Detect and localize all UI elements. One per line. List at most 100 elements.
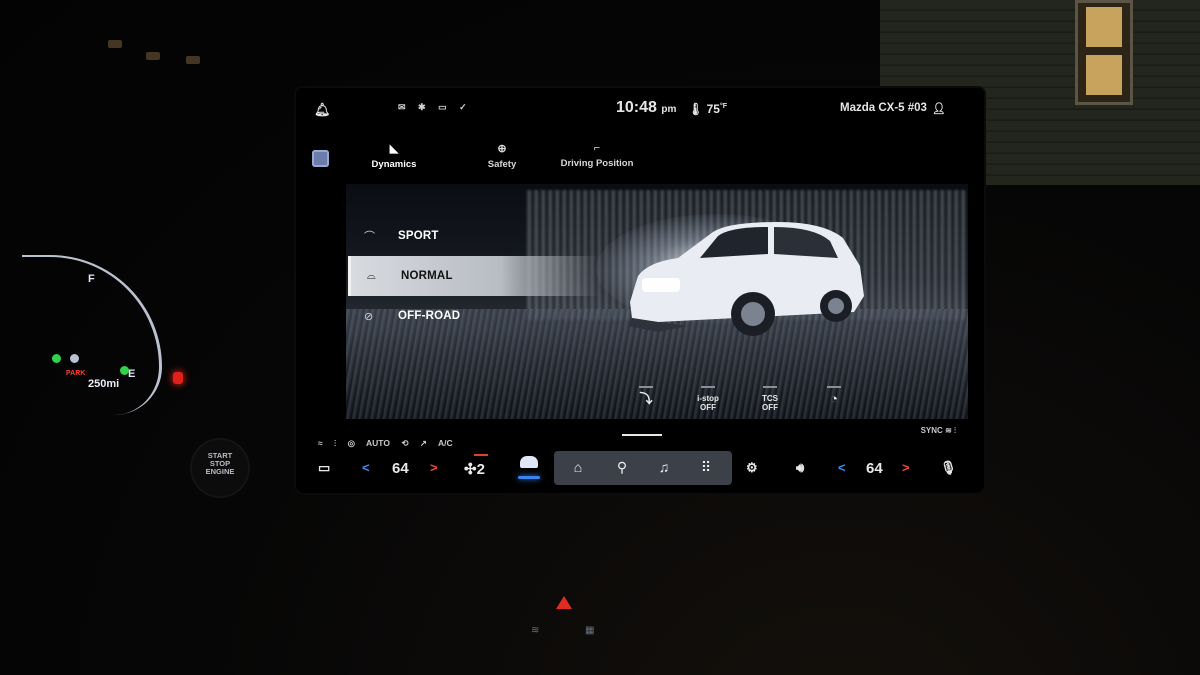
recirc-icon[interactable]: ⟲	[401, 438, 408, 448]
distant-light	[186, 56, 200, 64]
clock-meridiem: pm	[661, 104, 677, 115]
normal-car-icon: ⌓	[367, 269, 376, 282]
temperature-unit: °F	[719, 103, 728, 110]
safety-icon: ⊕	[497, 143, 507, 155]
window-pane	[1086, 7, 1122, 47]
seat-heat-right-icon[interactable]: ≋ ⫶	[945, 426, 956, 435]
tab-driving-position[interactable]: ⌐ Driving Position	[560, 142, 634, 169]
driver-temp-down-button[interactable]: <	[362, 460, 370, 475]
fuel-full-label: F	[88, 273, 95, 285]
drive-mode-sport[interactable]: ⌒ SPORT	[348, 216, 628, 256]
rear-defrost-icon[interactable]: ▦	[585, 625, 594, 636]
passenger-temp-down-button[interactable]: <	[838, 460, 846, 475]
eco-indicator-icon	[52, 354, 61, 363]
app-dock: ⌂ ⚲ ♫ ⠿	[554, 451, 732, 485]
hazard-button[interactable]	[556, 596, 572, 609]
tab-safety[interactable]: ⊕ Safety	[478, 142, 526, 170]
fan-level: 2	[476, 461, 485, 478]
passenger-temp-up-button[interactable]: >	[902, 460, 910, 475]
house-window	[1075, 0, 1133, 105]
toggle-label: i-stop	[697, 394, 719, 403]
active-toggle-indicator	[622, 434, 662, 436]
distant-light	[146, 52, 160, 60]
sync-label: SYNC	[920, 426, 943, 435]
toggle-state: OFF	[700, 403, 716, 412]
warning-light-icon	[173, 372, 183, 384]
sport-car-icon: ⌒	[364, 231, 375, 243]
start-stop-engine-button[interactable]: START STOP ENGINE	[192, 440, 248, 496]
drive-mode-label: NORMAL	[401, 270, 453, 282]
quick-toggle-row: ⤵ i-stop OFF TCS OFF ◔	[620, 386, 860, 436]
vehicle-home-button[interactable]	[518, 456, 540, 482]
temperature-value: 75	[706, 102, 720, 116]
fan-icon: ✣	[464, 461, 477, 478]
tab-label: Driving Position	[560, 158, 634, 169]
music-icon[interactable]: ♫	[654, 459, 674, 475]
drive-mode-normal[interactable]: ⌓ NORMAL	[348, 256, 600, 296]
tab-label: Dynamics	[371, 159, 417, 170]
speed-limiter-icon: ◔	[830, 391, 838, 406]
clock: 10:48 pm	[616, 99, 676, 117]
status-icons: ✉ ✱ ▭ ✓	[398, 102, 472, 112]
person-icon[interactable]: 👤︎	[932, 102, 946, 115]
tab-label: Safety	[487, 159, 517, 170]
vehicle-app-icon[interactable]	[312, 150, 329, 167]
window-pane	[1086, 55, 1122, 95]
gear-icon[interactable]: ⚙	[746, 460, 758, 476]
driver-temp-up-button[interactable]: >	[430, 460, 438, 475]
infotainment-display: 🔔︎ ✉ ✱ ▭ ✓ 10:48 pm 🌡︎ 75°F Mazda CX-5 #…	[296, 88, 984, 493]
thermometer-icon: 🌡︎	[688, 102, 704, 116]
engine-label: ENGINE	[205, 467, 235, 476]
drive-mode-list: ⌒ SPORT ⌓ NORMAL ⊘ OFF-ROAD	[348, 216, 648, 346]
status-bar: 🔔︎ ✉ ✱ ▭ ✓ 10:48 pm 🌡︎ 75°F Mazda CX-5 #…	[296, 99, 984, 126]
toggle-label: TCS	[762, 394, 778, 403]
sync-control[interactable]: SYNC ≋ ⫶	[921, 426, 956, 436]
driver-temp-readout: 64	[392, 460, 409, 477]
toggle-state: OFF	[762, 403, 778, 412]
fuel-empty-label: E	[128, 368, 136, 380]
vehicle-icon	[520, 456, 538, 468]
airflow-icon[interactable]: ↗	[420, 438, 427, 448]
drive-mode-label: OFF-ROAD	[398, 310, 461, 322]
i-stop-toggle[interactable]: i-stop OFF	[688, 386, 728, 412]
lane-indicator-icon	[120, 366, 129, 375]
passenger-temp-readout: 64	[866, 460, 883, 477]
speed-limiter-toggle[interactable]: ◔	[814, 386, 854, 405]
distant-light	[108, 40, 122, 48]
start-stop-label: START STOP ENGINE	[192, 452, 248, 476]
tcs-toggle[interactable]: TCS OFF	[750, 386, 790, 412]
suv-illustration	[628, 222, 864, 336]
clock-time: 10:48	[616, 99, 657, 116]
bell-icon[interactable]: 🔔︎	[314, 102, 331, 118]
instrument-cluster: F E PARK 250mi	[0, 230, 240, 450]
apps-grid-icon[interactable]: ⠿	[696, 459, 716, 476]
defrost-rear-icon[interactable]: ≈	[318, 438, 323, 448]
auto-climate-button[interactable]: AUTO	[366, 438, 390, 448]
seat-icon: ⌐	[593, 142, 601, 154]
active-app-indicator	[518, 476, 540, 479]
drive-mode-offroad[interactable]: ⊘ OFF-ROAD	[348, 296, 628, 336]
offroad-icon: ⊘	[364, 310, 374, 323]
settings-tabs: ◣ Dynamics ⊕ Safety ⌐ Driving Position	[296, 138, 984, 178]
outside-temperature: 🌡︎ 75°F	[688, 102, 727, 116]
car-indicator-icon	[70, 354, 79, 363]
fan-speed-control[interactable]: ✣2	[464, 454, 488, 478]
park-indicator: PARK	[66, 370, 86, 377]
tab-dynamics[interactable]: ◣ Dynamics	[370, 142, 418, 170]
dynamics-icon: ◣	[389, 143, 399, 155]
ac-button[interactable]: A/C	[438, 438, 453, 448]
seat-heat-icon[interactable]: ⫶	[334, 438, 336, 448]
front-defrost-icon[interactable]: ≋	[531, 625, 539, 636]
hill-descent-toggle[interactable]: ⤵	[626, 386, 666, 405]
camera-icon[interactable]: ▭	[318, 460, 330, 476]
home-icon[interactable]: ⌂	[568, 459, 588, 475]
hill-descent-icon: ⤵	[639, 391, 653, 406]
map-pin-icon[interactable]: ⚲	[612, 459, 632, 476]
vehicle-name: Mazda CX-5 #03	[840, 102, 927, 114]
microphone-icon[interactable]: 🎙︎	[940, 460, 957, 476]
volume-icon[interactable]: 🔊︎	[796, 460, 804, 476]
range-readout: 250mi	[88, 378, 120, 390]
drive-mode-label: SPORT	[398, 230, 439, 242]
steering-heat-icon[interactable]: ◎	[348, 438, 355, 448]
bottom-bar: ▭ < 64 > ✣2 ⌂ ⚲ ♫ ⠿ ⚙ 🔊︎ < 64 > 🎙︎	[296, 450, 984, 490]
